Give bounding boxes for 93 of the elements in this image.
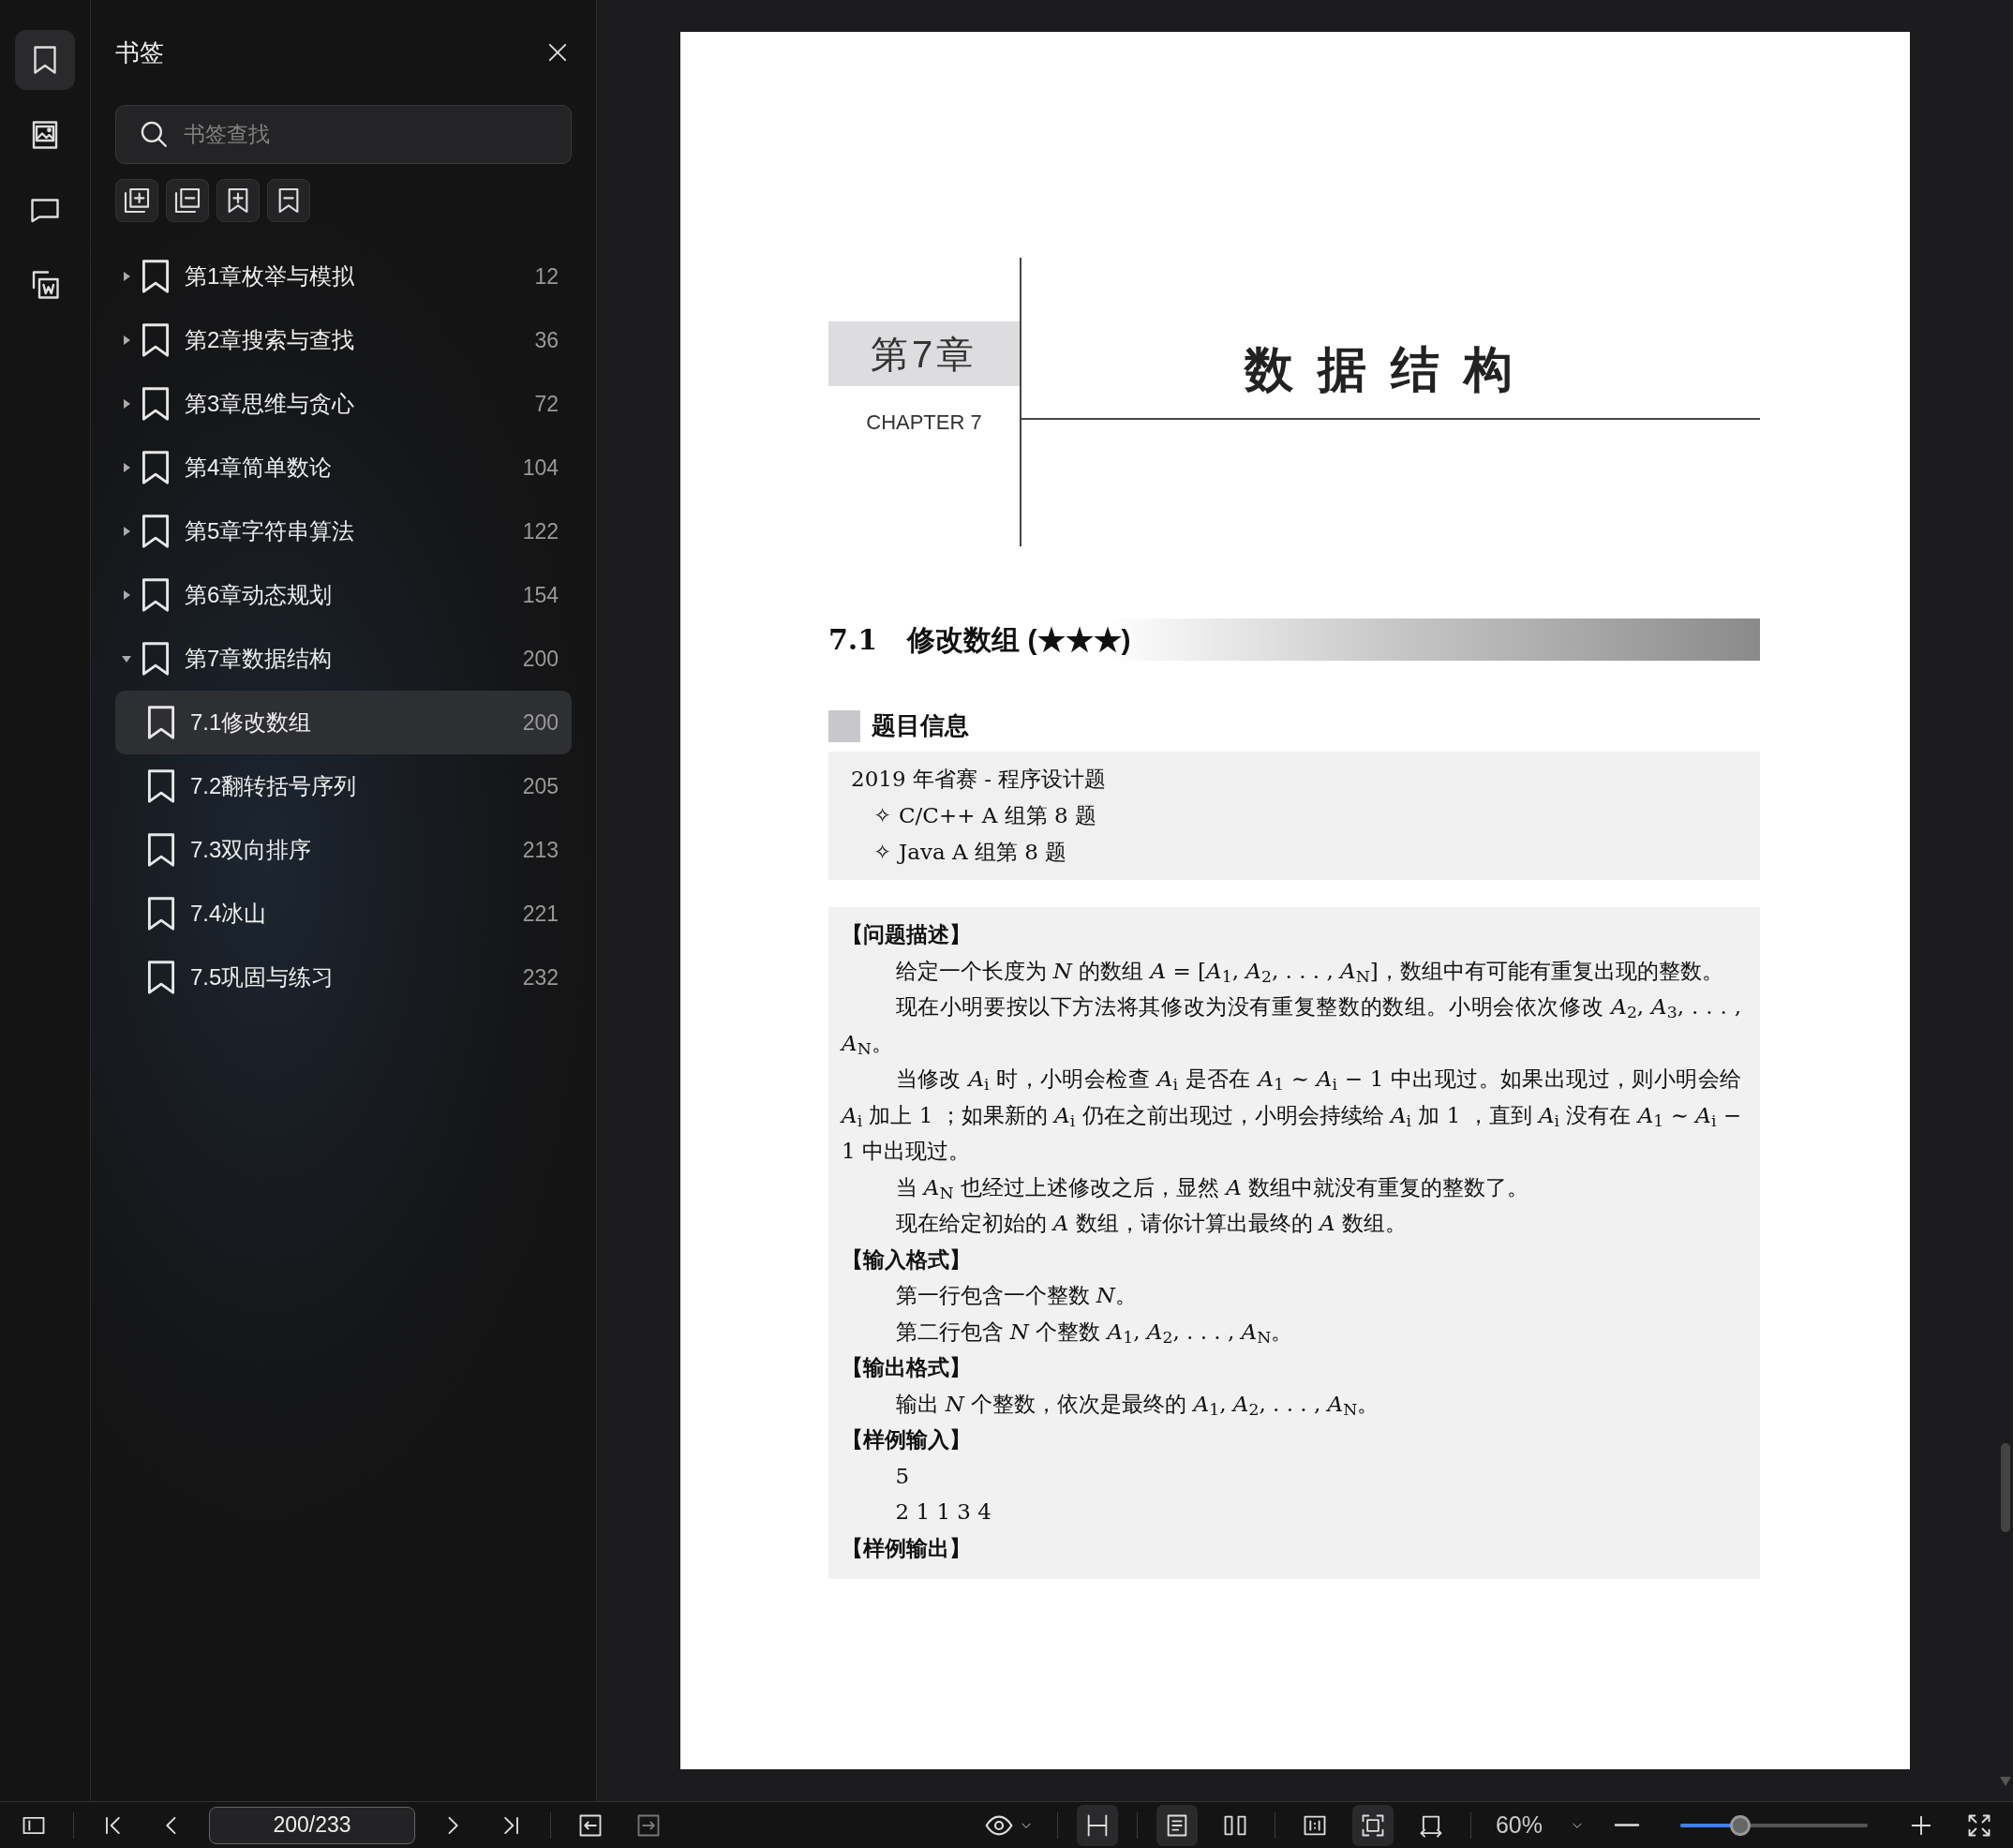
- page-number: 221: [522, 900, 559, 928]
- page-number: 104: [522, 454, 559, 482]
- toolbar-button[interactable]: [1076, 1804, 1118, 1846]
- problem-text: 现在给定初始的 A 数组，请你计算出最终的 A 数组。: [894, 1210, 1408, 1237]
- page-number: 122: [522, 517, 559, 545]
- problem-text: 给定一个长度为 N 的数组 A = [A$_{1}$, A$_{2}$, . . . , A$_{N}$]，数组中有可能有重复出现的整数。: [894, 957, 1724, 988]
- problem-section-heading: 【样例输入】: [842, 1426, 972, 1453]
- bookmark-title: 7.5巩固与练习: [190, 963, 336, 991]
- bookmark-title: 第2章搜索与查找: [185, 326, 356, 354]
- tool-button[interactable]: [267, 179, 310, 222]
- bookmark-item[interactable]: 第1章枚举与模拟 12: [115, 245, 572, 308]
- bookmark-title: 第1章枚举与模拟: [185, 262, 356, 291]
- bookmark-item[interactable]: 7.2翻转括号序列 205: [115, 754, 572, 818]
- bookmark-title: 7.3双向排序: [190, 836, 313, 864]
- bookmark-title: 第7章数据结构: [185, 645, 334, 673]
- bookmark-icon: [147, 961, 175, 994]
- toolbar-button[interactable]: [1351, 1804, 1394, 1846]
- info-text: C/C++ A 组第 8 题: [899, 802, 1096, 829]
- page-number: 72: [534, 390, 559, 418]
- bookmark-item[interactable]: 第7章数据结构 200: [115, 627, 572, 691]
- problem-text: 输出 N 个整数，依次是最终的 A$_{1}$, A$_{2}$, . . . , A$_{N}$。: [894, 1390, 1380, 1421]
- toolbar-button[interactable]: [1156, 1804, 1198, 1846]
- bookmark-item[interactable]: 第2章搜索与查找 36: [115, 308, 572, 372]
- problem-section-heading: 【问题描述】: [842, 921, 972, 948]
- bookmark-icon: [147, 833, 175, 867]
- scrollbar-thumb[interactable]: [2001, 1443, 2010, 1532]
- panel-title: 书签: [115, 37, 164, 68]
- bullet-symbol: ✧: [873, 802, 891, 829]
- page-number: 232: [522, 963, 559, 991]
- bookmark-title: 第4章简单数论: [185, 454, 334, 482]
- bookmark-item[interactable]: 7.1修改数组 200: [115, 691, 572, 754]
- bookmark-item[interactable]: 第3章思维与贪心 72: [115, 372, 572, 436]
- problem-text: 现在小明要按以下方法将其修改为没有重复整数的数组。小明会依次修改 A$_{2}$, A$_{3}$, . . . , A$_{N}$。: [842, 993, 1741, 1060]
- bookmark-icon: [147, 769, 175, 803]
- tool-button[interactable]: [115, 179, 158, 222]
- tool-button[interactable]: [216, 179, 260, 222]
- plus-box-icon: [122, 186, 152, 216]
- bookmark-title: 第6章动态规划: [185, 581, 334, 609]
- problem-text: 第二行包含 N 个整数 A$_{1}$, A$_{2}$, . . . , A$_{N}$。: [894, 1318, 1294, 1349]
- page-number: 12: [534, 262, 559, 291]
- problem-text: 第一行包含一个整数 N。: [894, 1282, 1138, 1309]
- bookmark-icon: [147, 706, 175, 739]
- search-field[interactable]: 书签查找: [115, 105, 572, 164]
- chapter-title: 数据结构: [1245, 342, 1537, 396]
- bookmark-item[interactable]: 第4章简单数论 104: [115, 436, 572, 499]
- section-number: 7.1: [828, 622, 878, 658]
- section-title: 修改数组 (★★★): [907, 623, 1131, 657]
- page-number: 213: [522, 836, 559, 864]
- problem-section-heading: 【输入格式】: [842, 1245, 972, 1274]
- rail-tab[interactable]: [15, 30, 75, 90]
- chapter-subtitle: CHAPTER 7: [866, 410, 982, 436]
- bookmark-icon: [142, 514, 170, 548]
- info-text: 2019 年省赛 - 程序设计题: [851, 766, 1107, 793]
- bookmark-item[interactable]: 第6章动态规划 154: [115, 563, 572, 627]
- bookmark-title: 第3章思维与贪心: [185, 390, 356, 418]
- zoom-slider-thumb[interactable]: [1730, 1814, 1751, 1836]
- page-number: 36: [534, 326, 559, 354]
- problem-text: 当修改 A$_{i}$ 时，小明会检查 A$_{i}$ 是否在 A$_{1}$ ∼ A$_{i}$ − 1 中出现过。如果出现过，则小明会给 A$_{i}$ 加上 1 ；如果新的 A$_{i}$ 仍在之前出现过，小明会持续给 A$_{i}$ 加 1 ，直到 A$_{i}$ 没有在 A$_{1}$ ∼ A$_{i}$ − 1 中出现过。: [842, 1066, 1741, 1165]
- problem-text: 5: [894, 1462, 911, 1490]
- heading-marker: [828, 709, 860, 742]
- page-number: 154: [522, 581, 559, 609]
- page-number: 200: [522, 708, 559, 737]
- bookmark-icon: [142, 323, 170, 357]
- bookmark-item[interactable]: 7.3双向排序 213: [115, 818, 572, 882]
- problem-section-heading: 【输出格式】: [842, 1354, 972, 1381]
- bookmark-item[interactable]: 7.5巩固与练习 232: [115, 946, 572, 1009]
- info-text: Java A 组第 8 题: [899, 839, 1067, 866]
- zoom-dropdown[interactable]: 60%: [1489, 1807, 1589, 1843]
- info-heading: 题目信息: [872, 710, 969, 741]
- bookmark-item[interactable]: 7.4冰山 221: [115, 882, 572, 946]
- scroll-down-arrow-icon: [2000, 1776, 2011, 1786]
- problem-text: 当 A$_{N}$ 也经过上述修改之后，显然 A 数组中就没有重复的整数了。: [894, 1173, 1530, 1204]
- bookmark-title: 7.1修改数组: [190, 708, 313, 737]
- minus-icon: [1614, 1824, 1640, 1826]
- bookmark-title: 7.2翻转括号序列: [190, 772, 358, 800]
- bookmark-icon: [142, 260, 170, 293]
- bookmark-item[interactable]: 第5章字符串算法 122: [115, 499, 572, 563]
- bookmark-icon: [142, 387, 170, 421]
- problem-section-heading: 【样例输出】: [842, 1534, 972, 1562]
- bookmark-icon: [142, 642, 170, 676]
- bookmark-icon: [147, 897, 175, 931]
- page-number: 200: [522, 645, 559, 673]
- page-number: 205: [522, 772, 559, 800]
- bookmark-icon: [142, 578, 170, 612]
- bookmark-icon: [142, 451, 170, 484]
- tool-button[interactable]: [166, 179, 209, 222]
- minus-box-icon: [172, 186, 202, 216]
- bookmark-title: 第5章字符串算法: [185, 517, 356, 545]
- bookmark-title: 7.4冰山: [190, 900, 268, 928]
- page-number-field[interactable]: 200/233: [209, 1806, 415, 1844]
- bullet-symbol: ✧: [873, 839, 891, 866]
- chapter-label: 第7章: [828, 321, 1020, 386]
- problem-text: 2 1 1 3 4: [894, 1498, 992, 1526]
